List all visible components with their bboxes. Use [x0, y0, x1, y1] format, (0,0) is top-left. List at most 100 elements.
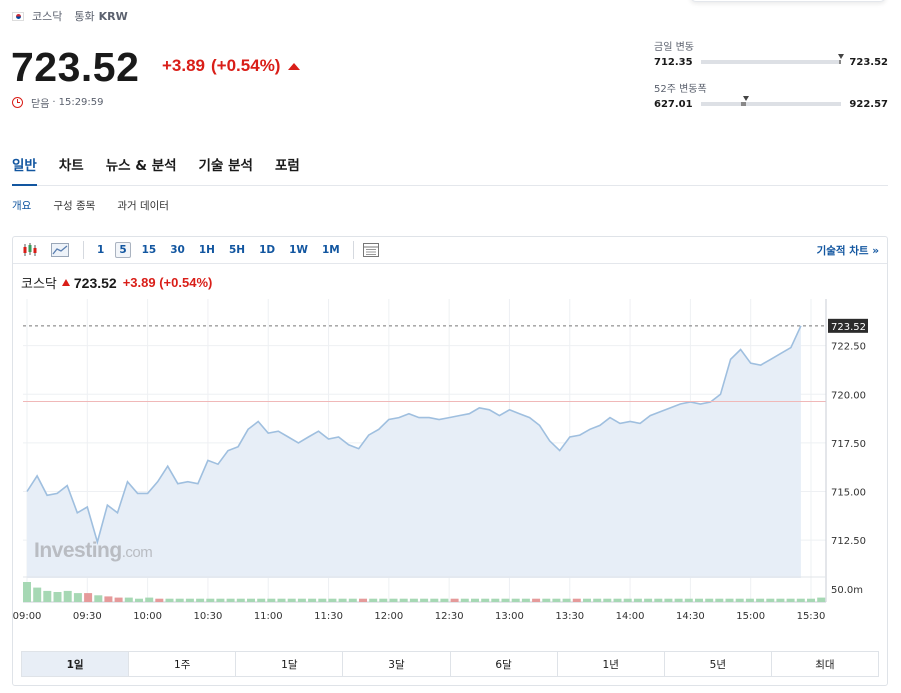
period-button[interactable]: 최대: [772, 652, 878, 676]
volume-bar: [379, 598, 388, 602]
market-status: 닫음 · 15:29:59: [12, 95, 104, 110]
volume-bar: [359, 598, 367, 602]
volume-bar: [796, 598, 805, 602]
volume-bar: [257, 598, 266, 602]
volume-bar: [593, 598, 602, 602]
period-button[interactable]: 1일: [22, 652, 130, 676]
price-chart[interactable]: 712.50 715.00 717.50 720.00 722.50 723.52 50.0…: [13, 237, 887, 649]
chart-panel: 1 5 15 30 1H 5H 1D 1W 1M 기술적 차트 » 코스닥 72…: [12, 236, 888, 686]
volume-bar: [552, 598, 561, 602]
volume-bar: [124, 597, 133, 602]
price-change: +3.89 (+0.54%): [162, 56, 301, 76]
volume-bar: [318, 598, 327, 602]
day-range-fill: [838, 60, 842, 64]
day-high: 723.52: [849, 56, 888, 68]
volume-bar: [725, 598, 734, 602]
volume-bar: [277, 598, 286, 602]
volume-bar: [420, 598, 429, 602]
volume-bar: [430, 598, 439, 602]
x-tick-label: 09:30: [73, 611, 102, 622]
volume-bar: [471, 598, 479, 602]
subtab-historical[interactable]: 과거 데이터: [117, 198, 169, 213]
volume-bar: [572, 598, 581, 602]
week52-range-fill: [741, 102, 746, 106]
volume-bar: [216, 598, 225, 602]
y-tick-label: 712.50: [831, 536, 866, 547]
volume-bar: [308, 598, 317, 602]
volume-bar: [542, 598, 551, 602]
currency-label: 통화: [74, 10, 95, 23]
clock-icon: [12, 97, 23, 108]
day-range-marker: [838, 54, 845, 59]
volume-bar: [766, 598, 775, 602]
volume-bar: [399, 598, 408, 602]
period-button[interactable]: 1년: [558, 652, 665, 676]
volume-bar: [695, 598, 703, 602]
main-tabs: 일반 차트 뉴스 & 분석 기술 분석 포럼: [12, 152, 888, 186]
status-label: 닫음: [31, 99, 50, 110]
volume-bar: [521, 598, 530, 602]
x-tick-label: 15:00: [736, 611, 765, 622]
volume-bar: [196, 598, 205, 602]
x-tick-label: 14:30: [676, 611, 705, 622]
day-range-label: 금일 변동: [654, 42, 694, 53]
subtab-summary[interactable]: 개요: [12, 198, 31, 213]
x-tick-label: 13:30: [555, 611, 584, 622]
volume-bar: [389, 598, 398, 602]
period-button[interactable]: 6달: [451, 652, 558, 676]
volume-bar: [348, 598, 357, 602]
volume-bar: [114, 597, 123, 602]
volume-bar: [807, 598, 815, 602]
y-tick-label: 717.50: [831, 439, 866, 450]
volume-bar: [481, 598, 490, 602]
last-price-label: 723.52: [831, 322, 866, 333]
volume-bar: [53, 592, 62, 602]
x-tick-label: 11:30: [314, 611, 343, 622]
period-button[interactable]: 1주: [129, 652, 237, 676]
change-percent: (+0.54%): [211, 56, 281, 75]
volume-bar: [94, 595, 103, 602]
volume-bar: [43, 590, 52, 602]
x-tick-label: 10:30: [194, 611, 223, 622]
volume-bar: [63, 590, 72, 602]
up-arrow-icon: [288, 62, 301, 70]
y-tick-label: 715.00: [831, 487, 866, 498]
volume-bar: [73, 593, 82, 602]
volume-bar: [613, 598, 622, 602]
x-tick-label: 12:30: [435, 611, 464, 622]
volume-bar: [501, 598, 510, 602]
volume-bar: [236, 598, 245, 602]
x-tick-label: 11:00: [254, 611, 283, 622]
volume-bar: [247, 598, 255, 602]
currency-code: KRW: [98, 9, 128, 23]
volume-bar: [786, 598, 795, 602]
week52-range-marker: [742, 96, 749, 101]
volume-bar: [267, 598, 276, 602]
volume-bar: [33, 587, 42, 602]
tab-overview[interactable]: 일반: [12, 152, 37, 186]
subtab-components[interactable]: 구성 종목: [53, 198, 95, 213]
x-tick-label: 12:00: [374, 611, 403, 622]
tab-news[interactable]: 뉴스 & 분석: [106, 152, 177, 186]
volume-bar: [450, 598, 459, 602]
volume-bar: [409, 598, 418, 602]
korea-flag-icon: [12, 11, 24, 21]
tab-chart[interactable]: 차트: [59, 152, 84, 186]
status-time: 15:29:59: [58, 97, 104, 108]
period-button[interactable]: 3달: [343, 652, 451, 676]
tab-forum[interactable]: 포럼: [275, 152, 300, 186]
period-button[interactable]: 1달: [236, 652, 344, 676]
volume-bar: [84, 593, 93, 602]
volume-bar: [145, 597, 154, 602]
volume-bar: [817, 597, 826, 602]
week52-range-bar: [700, 96, 842, 106]
sub-tabs: 개요 구성 종목 과거 데이터: [12, 198, 191, 213]
volume-bar: [745, 598, 754, 602]
volume-bar: [684, 598, 693, 602]
index-name: 코스닥: [32, 10, 63, 23]
day-low: 712.35: [654, 56, 693, 68]
period-button[interactable]: 5년: [665, 652, 772, 676]
volume-bar: [715, 598, 724, 602]
tab-technical[interactable]: 기술 분석: [199, 152, 253, 186]
volume-bar: [185, 598, 194, 602]
